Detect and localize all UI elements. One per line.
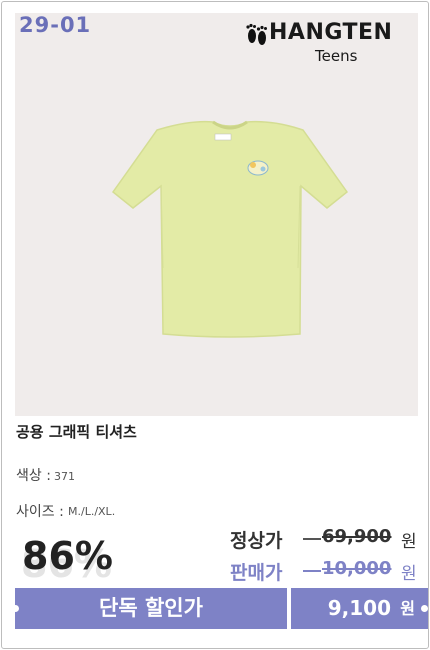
brand-name: HANGTEN bbox=[269, 20, 393, 45]
footprints-icon bbox=[246, 23, 267, 45]
exclusive-discount-label[interactable]: 단독 할인가 bbox=[15, 588, 287, 629]
product-card[interactable]: 29-01 HANGTEN Teens 공용 그래픽 티셔츠 색상 : 371 … bbox=[1, 1, 429, 649]
band-dot bbox=[12, 605, 19, 612]
brand-logo: HANGTEN Teens bbox=[245, 20, 415, 68]
strike-dash bbox=[303, 570, 321, 572]
sale-price-label: 판매가 bbox=[230, 562, 283, 584]
band-dot bbox=[421, 605, 428, 612]
regular-price: 69,900 bbox=[322, 526, 392, 547]
brand-sub: Teens bbox=[315, 47, 358, 65]
strike-dash bbox=[303, 538, 321, 540]
chest-graphic bbox=[247, 160, 269, 176]
product-code: 29-01 bbox=[19, 13, 92, 37]
regular-price-label: 정상가 bbox=[230, 530, 283, 552]
exclusive-price: 9,100 bbox=[327, 596, 391, 620]
sale-price-currency: 원 bbox=[401, 564, 417, 584]
exclusive-price-currency: 원 bbox=[400, 599, 415, 618]
sale-price: 10,000 bbox=[322, 558, 392, 579]
exclusive-price-box[interactable]: 9,100 원 bbox=[291, 588, 428, 629]
product-name[interactable]: 공용 그래픽 티셔츠 bbox=[16, 421, 137, 442]
color-value: 371 bbox=[54, 470, 75, 483]
tshirt-image bbox=[111, 120, 349, 338]
product-image[interactable] bbox=[15, 13, 418, 416]
regular-price-currency: 원 bbox=[401, 532, 417, 552]
size-value: M./L./XL. bbox=[68, 505, 116, 518]
color-label: 색상 : bbox=[16, 468, 51, 484]
discount-rate: 86% bbox=[22, 534, 113, 578]
size-label: 사이즈 : bbox=[16, 504, 64, 520]
